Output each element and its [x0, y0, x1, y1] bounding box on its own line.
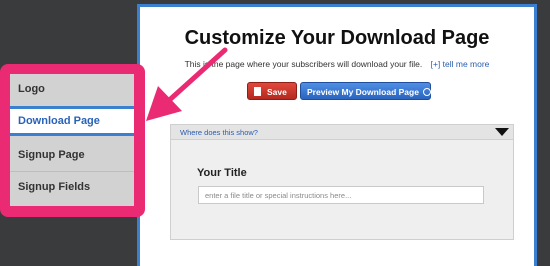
save-button[interactable]: Save [247, 82, 297, 100]
triangle-down-icon[interactable] [495, 128, 509, 136]
highlighted-side-menu: Logo Download Page Signup Page Signup Fi… [0, 64, 145, 217]
main-panel: Customize Your Download Page This is the… [137, 4, 537, 266]
title-input[interactable] [198, 186, 484, 204]
info-bar[interactable]: Where does this show? [170, 124, 514, 140]
your-title-label: Your Title [197, 167, 247, 179]
page-subtitle: This is the page where your subscribers … [140, 59, 534, 69]
preview-button-label: Preview My Download Page [307, 87, 419, 97]
external-link-icon [422, 87, 431, 96]
page-title: Customize Your Download Page [184, 27, 490, 49]
subtitle-text: This is the page where your subscribers … [184, 59, 423, 69]
document-icon [254, 87, 261, 97]
save-button-label: Save [267, 87, 287, 97]
tell-me-more-link[interactable]: [+] tell me more [431, 59, 490, 69]
where-does-this-show-link[interactable]: Where does this show? [180, 128, 258, 137]
form-area: Your Title [170, 140, 514, 240]
sidebar-item-download-page[interactable]: Download Page [10, 106, 134, 136]
preview-download-page-button[interactable]: Preview My Download Page [300, 82, 431, 100]
sidebar-item-signup-fields[interactable]: Signup Fields [10, 172, 134, 202]
side-menu: Logo Download Page Signup Page Signup Fi… [10, 74, 134, 206]
sidebar-item-signup-page[interactable]: Signup Page [10, 140, 134, 170]
sidebar-item-logo[interactable]: Logo [10, 74, 134, 104]
